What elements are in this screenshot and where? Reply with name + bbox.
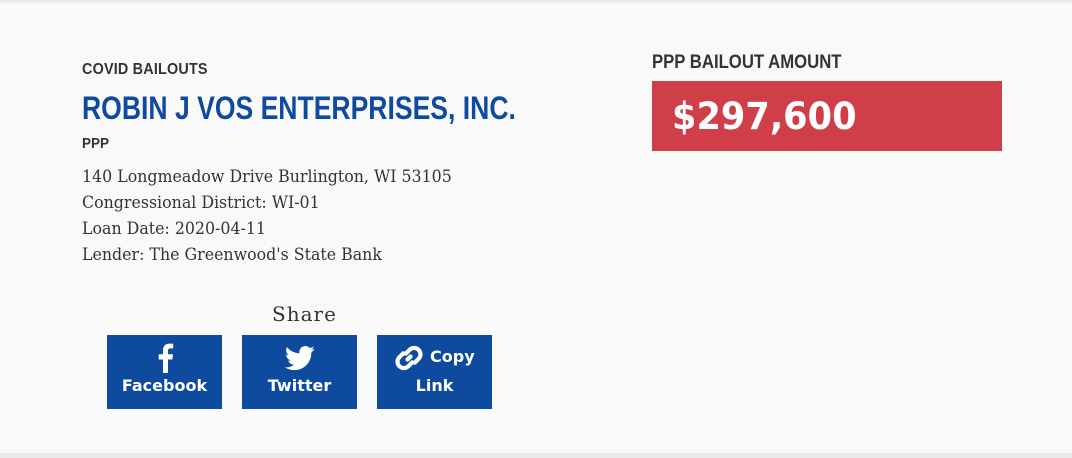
- address-text: 140 Longmeadow Drive Burlington, WI 5310…: [82, 167, 452, 187]
- facebook-label: Facebook: [121, 376, 208, 395]
- program-label: PPP: [82, 135, 110, 152]
- facebook-share-button[interactable]: Facebook: [107, 335, 222, 409]
- copy-link-button[interactable]: Copy Link: [377, 335, 492, 409]
- link-icon: [393, 342, 425, 374]
- bottom-divider: [0, 453, 1072, 458]
- copy-label: Copy: [430, 347, 475, 366]
- company-name: ROBIN J VOS ENTERPRISES, INC.: [82, 90, 516, 126]
- twitter-icon: [242, 343, 357, 373]
- loan-details: 140 Longmeadow Drive Burlington, WI 5310…: [82, 164, 602, 268]
- amount-value: $297,600: [672, 94, 857, 138]
- loan-info: COVID BAILOUTS ROBIN J VOS ENTERPRISES, …: [82, 60, 602, 268]
- share-title: Share: [272, 302, 337, 326]
- amount-box: $297,600: [652, 81, 1002, 151]
- top-shadow: [0, 0, 1072, 4]
- loan-date-text: Loan Date: 2020-04-11: [82, 219, 266, 239]
- link-label: Link: [415, 376, 454, 395]
- twitter-label: Twitter: [267, 376, 332, 395]
- category-label: COVID BAILOUTS: [82, 61, 208, 78]
- district-text: Congressional District: WI-01: [82, 193, 320, 213]
- amount-panel: PPP BAILOUT AMOUNT $297,600: [652, 52, 1002, 151]
- twitter-share-button[interactable]: Twitter: [242, 335, 357, 409]
- lender-text: Lender: The Greenwood's State Bank: [82, 245, 382, 265]
- facebook-icon: [107, 343, 222, 373]
- amount-heading: PPP BAILOUT AMOUNT: [652, 52, 842, 73]
